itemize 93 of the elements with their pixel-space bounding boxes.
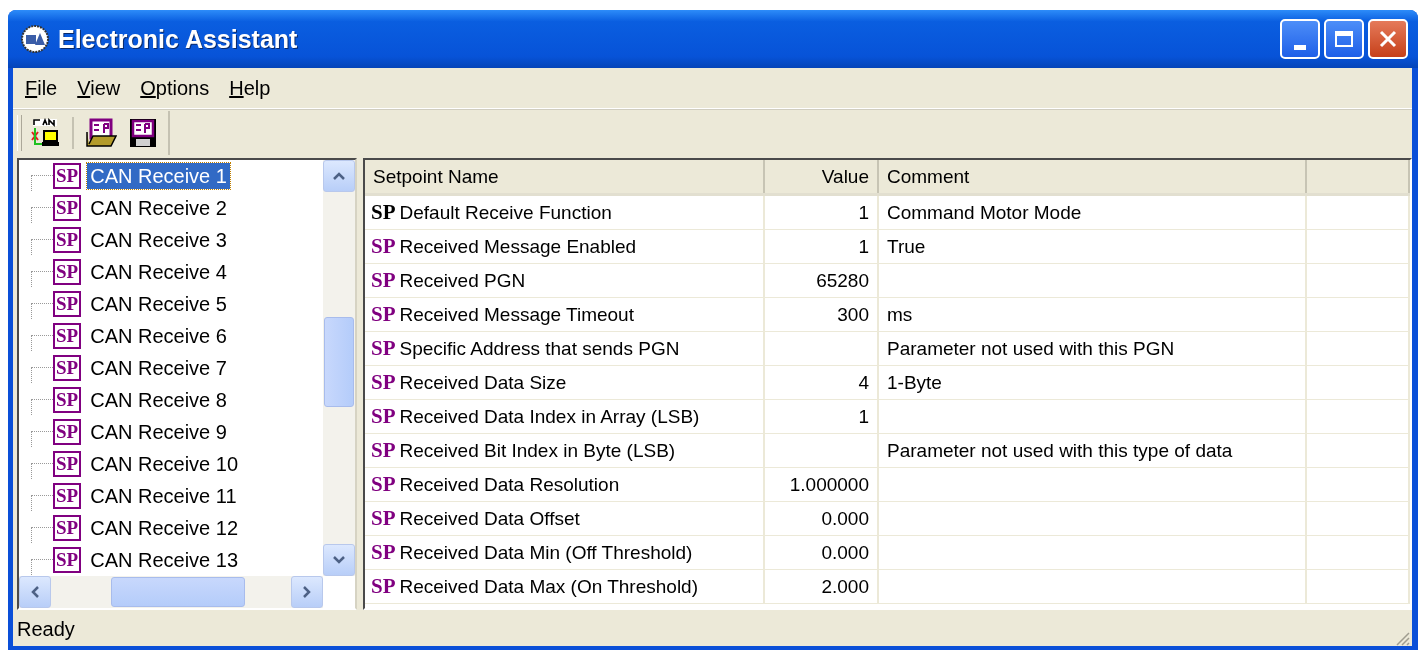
table-cell: Parameter not used with this PGN xyxy=(879,332,1307,365)
sp-icon: SP xyxy=(371,202,396,223)
sp-icon: SP xyxy=(371,236,396,257)
table-cell: 1 xyxy=(765,400,879,433)
tree-item[interactable]: CAN Receive 4 xyxy=(87,259,230,285)
sp-icon: SP xyxy=(53,387,82,413)
column-header[interactable]: Setpoint Name xyxy=(365,160,765,193)
table-cell: Received Data Offset xyxy=(399,507,580,530)
vertical-scrollbar[interactable] xyxy=(323,160,355,576)
close-button[interactable] xyxy=(1368,19,1408,59)
sp-icon: SP xyxy=(371,406,396,427)
sp-icon: SP xyxy=(371,440,396,461)
sp-icon: SP xyxy=(53,259,82,285)
scroll-thumb[interactable] xyxy=(324,317,354,407)
sp-icon: SP xyxy=(53,323,82,349)
table-cell: Received Message Enabled xyxy=(399,235,637,258)
sp-icon: SP xyxy=(371,270,396,291)
tree-item[interactable]: CAN Receive 12 xyxy=(87,515,242,541)
tree-item[interactable]: CAN Receive 6 xyxy=(87,323,230,349)
scroll-right-button[interactable] xyxy=(291,576,323,608)
window-title: Electronic Assistant xyxy=(58,24,299,54)
table-cell: 2.000 xyxy=(765,570,879,603)
sp-icon: SP xyxy=(371,304,396,325)
status-text: Ready xyxy=(17,617,75,641)
tree-item[interactable]: CAN Receive 2 xyxy=(87,195,230,221)
tree-item[interactable]: CAN Receive 9 xyxy=(87,419,230,445)
menu-item[interactable]: File xyxy=(17,76,66,100)
table-cell: Received Data Max (On Threshold) xyxy=(399,575,698,598)
sp-icon: SP xyxy=(371,474,396,495)
table-cell: True xyxy=(879,230,1307,263)
horizontal-scrollbar[interactable] xyxy=(19,576,323,608)
minimize-button[interactable] xyxy=(1280,19,1320,59)
table-cell: 1.000000 xyxy=(765,468,879,501)
tree-item[interactable]: CAN Receive 8 xyxy=(87,387,230,413)
table-cell: 1-Byte xyxy=(879,366,1307,399)
sp-icon: SP xyxy=(53,419,82,445)
scroll-thumb[interactable] xyxy=(111,577,245,607)
table-cell: 0.000 xyxy=(765,502,879,535)
sp-icon: SP xyxy=(53,547,82,573)
sp-icon: SP xyxy=(371,508,396,529)
table-cell: Specific Address that sends PGN xyxy=(399,337,680,360)
table-cell: 1 xyxy=(765,196,879,229)
tree-item[interactable]: CAN Receive 5 xyxy=(87,291,230,317)
table-cell: Parameter not used with this type of data xyxy=(879,434,1307,467)
scroll-up-button[interactable] xyxy=(323,160,355,192)
sp-icon: SP xyxy=(53,227,82,253)
table-cell: 300 xyxy=(765,298,879,331)
tree-item[interactable]: CAN Receive 13 xyxy=(87,547,242,573)
table-cell: Received PGN xyxy=(399,269,526,292)
table-cell: Received Data Index in Array (LSB) xyxy=(399,405,700,428)
tree-item[interactable]: CAN Receive 3 xyxy=(87,227,230,253)
table-cell: Command Motor Mode xyxy=(879,196,1307,229)
scroll-left-button[interactable] xyxy=(19,576,51,608)
sp-icon: SP xyxy=(53,483,82,509)
sp-icon: SP xyxy=(53,163,82,189)
sp-icon: SP xyxy=(53,291,82,317)
table-cell: Received Data Resolution xyxy=(399,473,620,496)
table-cell: Received Message Timeout xyxy=(399,303,634,326)
scroll-down-button[interactable] xyxy=(323,544,355,576)
close-icon xyxy=(1378,29,1398,49)
sp-icon: SP xyxy=(371,542,396,563)
minimize-icon xyxy=(1294,44,1306,50)
table-cell: ms xyxy=(879,298,1307,331)
menu-item[interactable]: Help xyxy=(221,76,279,100)
tree-item[interactable]: CAN Receive 1 xyxy=(87,163,230,189)
sp-icon: SP xyxy=(371,576,396,597)
table-cell: 0.000 xyxy=(765,536,879,569)
menu-item[interactable]: View xyxy=(69,76,129,100)
sp-icon: SP xyxy=(53,355,82,381)
table-cell: Received Bit Index in Byte (LSB) xyxy=(399,439,676,462)
table-cell: Received Data Size xyxy=(399,371,567,394)
sp-icon: SP xyxy=(53,515,82,541)
sp-icon: SP xyxy=(53,195,82,221)
sp-icon: SP xyxy=(371,372,396,393)
table-cell: 65280 xyxy=(765,264,879,297)
table-cell: Received Data Min (Off Threshold) xyxy=(399,541,693,564)
table-cell: 4 xyxy=(765,366,879,399)
sp-icon: SP xyxy=(371,338,396,359)
column-header[interactable]: Value xyxy=(765,160,879,193)
tree-item[interactable]: CAN Receive 7 xyxy=(87,355,230,381)
network-computer-icon xyxy=(29,118,61,148)
resize-grip-icon xyxy=(1394,630,1410,646)
column-header[interactable]: Comment xyxy=(879,160,1307,193)
tree-item[interactable]: CAN Receive 10 xyxy=(87,451,242,477)
maximize-button[interactable] xyxy=(1324,19,1364,59)
table-cell: Default Receive Function xyxy=(399,201,612,224)
app-logo-icon xyxy=(20,24,50,54)
menu-item[interactable]: Options xyxy=(132,76,218,100)
table-cell: 1 xyxy=(765,230,879,263)
folder-icon xyxy=(85,118,117,148)
tree-item[interactable]: CAN Receive 11 xyxy=(87,483,240,509)
maximize-icon xyxy=(1334,30,1354,48)
sp-icon: SP xyxy=(53,451,82,477)
